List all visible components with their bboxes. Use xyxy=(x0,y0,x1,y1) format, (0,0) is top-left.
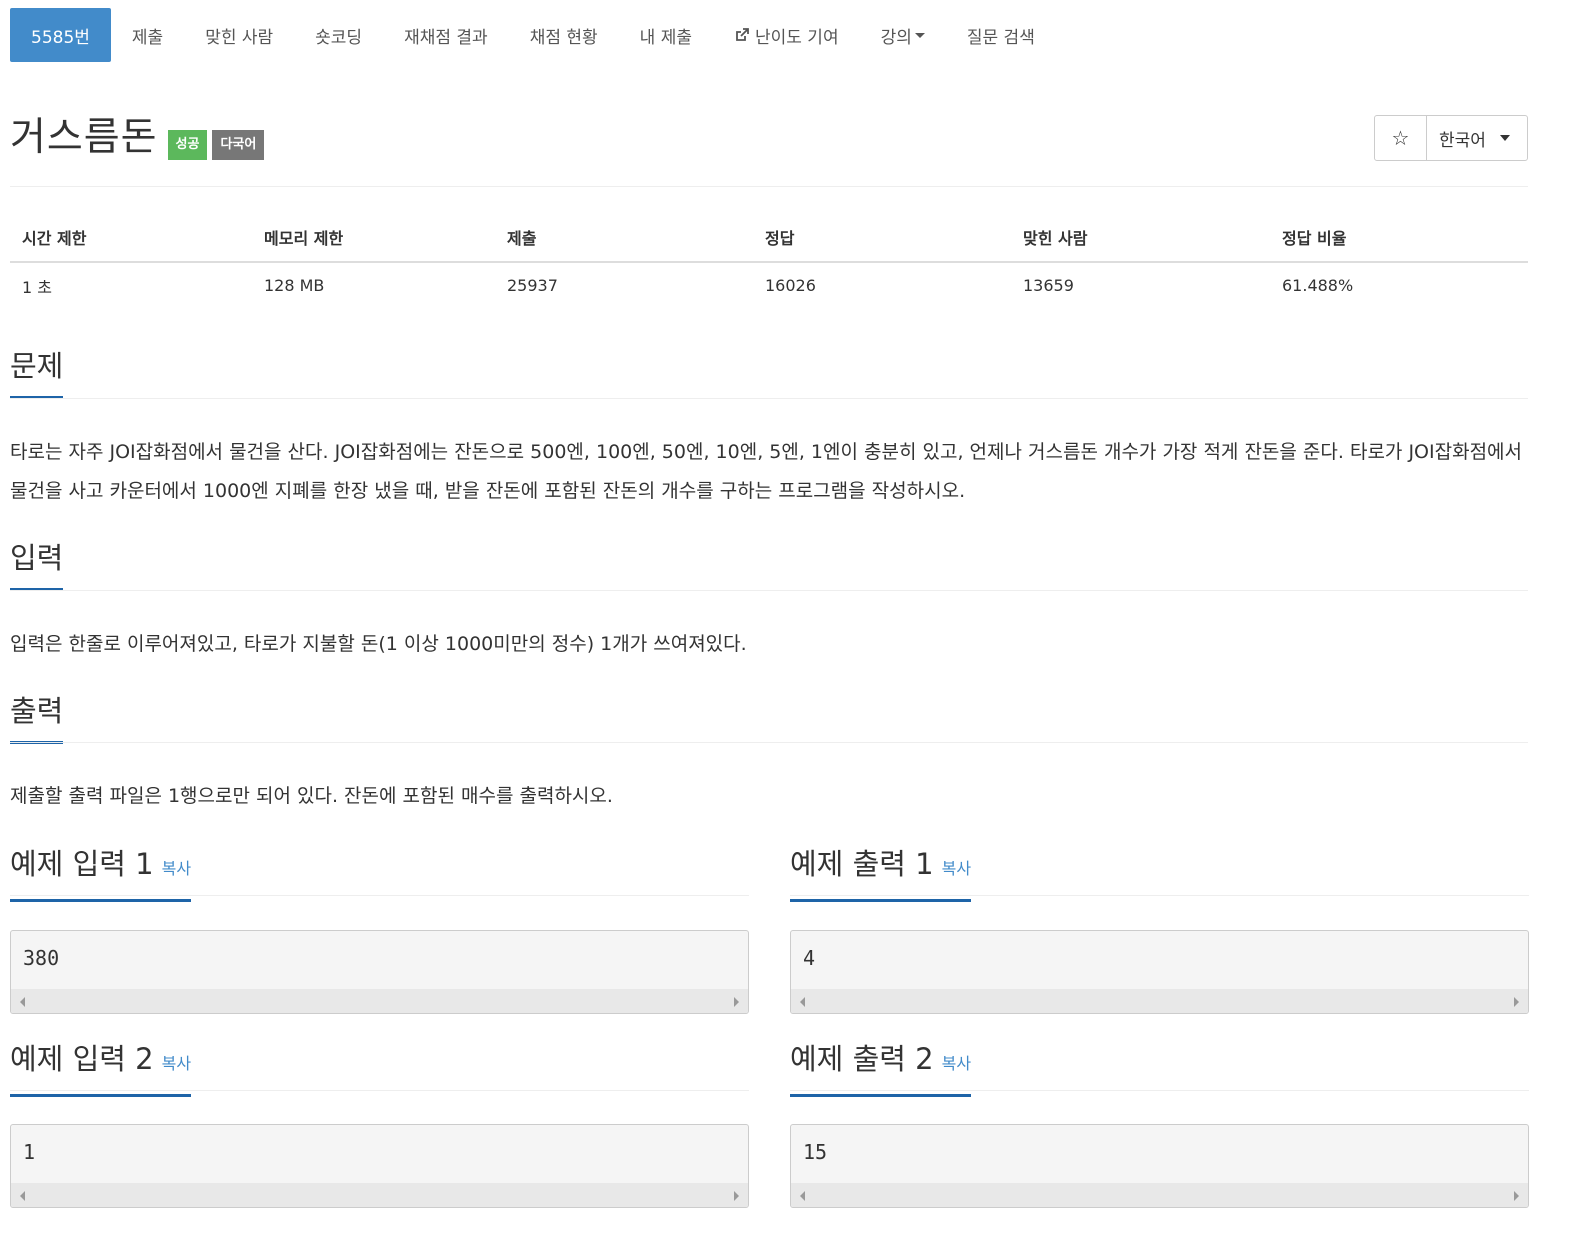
scroll-left-arrow-icon[interactable] xyxy=(20,997,25,1007)
tab-problem-number[interactable]: 5585번 xyxy=(10,8,111,62)
table-header: 시간 제한 xyxy=(10,212,252,263)
section-heading: 입력 xyxy=(10,539,64,591)
language-label: 한국어 xyxy=(1439,130,1486,151)
scroll-left-arrow-icon[interactable] xyxy=(800,997,805,1007)
section-divider xyxy=(10,1090,749,1091)
table-header: 메모리 제한 xyxy=(252,212,495,263)
sample-input-1-box[interactable]: 380 xyxy=(10,930,749,1014)
copy-sample-output-1-button[interactable]: 복사 xyxy=(942,859,971,878)
problem-description: 타로는 자주 JOI잡화점에서 물건을 산다. JOI잡화점에는 잔돈으로 50… xyxy=(10,441,1523,502)
tab-lectures[interactable]: 강의 xyxy=(860,8,946,62)
copy-sample-input-1-button[interactable]: 복사 xyxy=(162,859,191,878)
sample-input-1-code: 380 xyxy=(23,946,60,970)
input-description: 입력은 한줄로 이루어져있고, 타로가 지불할 돈(1 이상 1000미만의 정… xyxy=(10,633,747,655)
output-description: 제출할 출력 파일은 1행으로만 되어 있다. 잔돈에 포함된 매수를 출력하시… xyxy=(10,785,613,807)
input-section: 입력 xyxy=(10,539,64,591)
horizontal-scrollbar[interactable] xyxy=(11,989,748,1013)
scroll-right-arrow-icon[interactable] xyxy=(734,1191,739,1201)
tab-difficulty-contribution[interactable]: 난이도 기여 xyxy=(713,8,860,62)
memory-limit-value: 128 MB xyxy=(264,276,325,295)
title-divider xyxy=(10,186,1528,187)
copy-sample-output-2-button[interactable]: 복사 xyxy=(942,1054,971,1073)
submissions-value: 25937 xyxy=(507,276,558,295)
caret-down-icon xyxy=(914,32,925,38)
page-title: 거스름돈 xyxy=(10,115,158,160)
problem-description-section: 문제 xyxy=(10,347,64,399)
favorite-button[interactable]: ☆ xyxy=(1375,116,1427,160)
scroll-left-arrow-icon[interactable] xyxy=(20,1191,25,1201)
section-heading: 예제 입력 1 복사 xyxy=(10,845,192,902)
problem-nav-tabs: 5585번 제출 맞힌 사람 숏코딩 재채점 결과 채점 현황 내 제출 난이도… xyxy=(10,8,1056,62)
section-divider xyxy=(790,895,1529,896)
table-header: 맞힌 사람 xyxy=(1011,212,1270,263)
section-divider xyxy=(10,398,1528,399)
sample-output-1-code: 4 xyxy=(803,946,816,970)
horizontal-scrollbar[interactable] xyxy=(791,1183,1528,1207)
section-heading: 예제 입력 2 복사 xyxy=(10,1040,192,1097)
sample-output-1-section: 예제 출력 1 복사 xyxy=(790,845,972,902)
accepted-ratio-value: 61.488% xyxy=(1282,276,1354,295)
section-divider xyxy=(10,895,749,896)
multilanguage-badge: 다국어 xyxy=(212,130,265,160)
scroll-right-arrow-icon[interactable] xyxy=(1514,1191,1519,1201)
solved-users-value: 13659 xyxy=(1023,276,1074,295)
section-divider xyxy=(10,590,1528,591)
section-divider xyxy=(10,742,1528,743)
section-heading: 예제 출력 2 복사 xyxy=(790,1040,972,1097)
table-header: 제출 xyxy=(495,212,753,263)
star-icon: ☆ xyxy=(1391,126,1410,150)
section-divider xyxy=(790,1090,1529,1091)
problem-tools: ☆ 한국어 xyxy=(1374,115,1528,161)
sample-input-1-section: 예제 입력 1 복사 xyxy=(10,845,192,902)
sample-output-2-code: 15 xyxy=(803,1140,828,1164)
accepted-value: 16026 xyxy=(765,276,816,295)
scroll-right-arrow-icon[interactable] xyxy=(1514,997,1519,1007)
sample-input-2-box[interactable]: 1 xyxy=(10,1124,749,1208)
sample-output-2-box[interactable]: 15 xyxy=(790,1124,1529,1208)
tab-submit[interactable]: 제출 xyxy=(111,8,184,62)
time-limit-value: 1 초 xyxy=(22,277,52,297)
sample-output-1-box[interactable]: 4 xyxy=(790,930,1529,1014)
output-section: 출력 xyxy=(10,692,64,744)
sample-input-2-code: 1 xyxy=(23,1140,36,1164)
tab-judge-status[interactable]: 채점 현황 xyxy=(509,8,619,62)
success-badge: 성공 xyxy=(167,130,208,160)
table-header: 정답 xyxy=(753,212,1011,263)
scroll-left-arrow-icon[interactable] xyxy=(800,1191,805,1201)
problem-info-table: 시간 제한 메모리 제한 제출 정답 맞힌 사람 정답 비율 1 초 128 M… xyxy=(10,212,1528,308)
table-row: 1 초 128 MB 25937 16026 13659 61.488% xyxy=(10,262,1528,308)
language-select[interactable]: 한국어 xyxy=(1427,116,1527,160)
problem-title-row: 거스름돈 성공 다국어 xyxy=(10,113,265,163)
tab-rejudge-results[interactable]: 재채점 결과 xyxy=(383,8,509,62)
caret-down-icon xyxy=(1499,135,1510,141)
table-header: 정답 비율 xyxy=(1270,212,1528,263)
tab-short-coding[interactable]: 숏코딩 xyxy=(294,8,383,62)
tab-my-submissions[interactable]: 내 제출 xyxy=(619,8,713,62)
section-heading: 예제 출력 1 복사 xyxy=(790,845,972,902)
external-link-icon xyxy=(734,27,750,43)
scroll-right-arrow-icon[interactable] xyxy=(734,997,739,1007)
copy-sample-input-2-button[interactable]: 복사 xyxy=(162,1054,191,1073)
table-header-row: 시간 제한 메모리 제한 제출 정답 맞힌 사람 정답 비율 xyxy=(10,212,1528,263)
tab-question-search[interactable]: 질문 검색 xyxy=(946,8,1056,62)
sample-input-2-section: 예제 입력 2 복사 xyxy=(10,1040,192,1097)
tab-accepted-users[interactable]: 맞힌 사람 xyxy=(184,8,294,62)
section-heading: 출력 xyxy=(10,692,64,744)
horizontal-scrollbar[interactable] xyxy=(791,989,1528,1013)
horizontal-scrollbar[interactable] xyxy=(11,1183,748,1207)
sample-output-2-section: 예제 출력 2 복사 xyxy=(790,1040,972,1097)
section-heading: 문제 xyxy=(10,347,64,399)
